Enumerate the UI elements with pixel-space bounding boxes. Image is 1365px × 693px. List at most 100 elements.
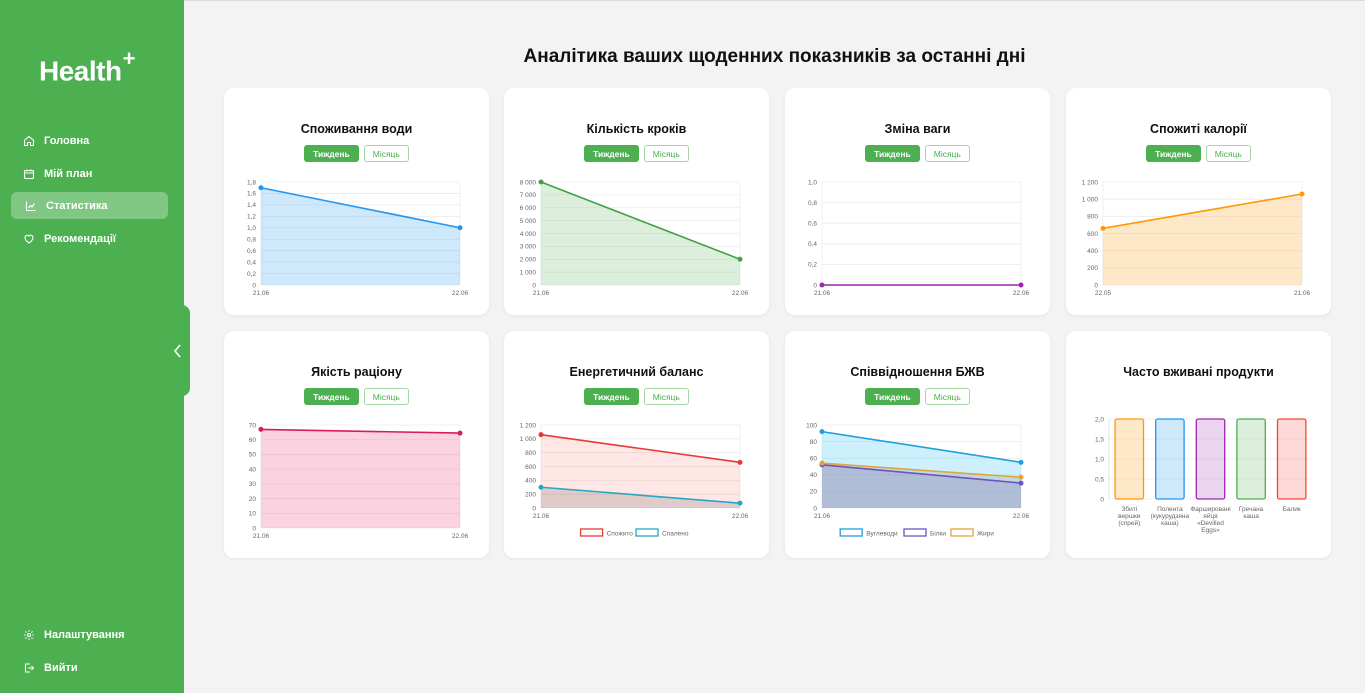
y-tick-label: 1,2 — [247, 214, 256, 221]
y-tick-label: 800 — [1087, 214, 1098, 221]
x-tick-label: Балик — [1283, 506, 1301, 513]
legend-label: Вуглеводи — [866, 531, 898, 538]
x-tick-label-line: «Devilled — [1197, 520, 1224, 527]
bar — [1276, 418, 1307, 500]
diet-quality-card: Якість раціону Тиждень Місяць 0 10 20 30 40 5… — [224, 331, 489, 558]
bar — [1155, 418, 1185, 500]
bar — [1236, 418, 1266, 500]
top-divider — [184, 0, 1365, 1]
data-point — [819, 460, 825, 466]
y-tick-label: 0,2 — [247, 271, 256, 278]
sidebar-item-settings[interactable]: Налаштування — [11, 621, 168, 648]
legend-swatch — [839, 528, 863, 537]
chart-icon — [25, 201, 36, 211]
x-tick-label-line: (спрей) — [1118, 519, 1140, 527]
water-chart: 0 0,2 0,4 0,6 0,8 1,0 1,2 1,4 1,6 1,8 21.06 22.06 — [247, 179, 469, 297]
y-tick-label: 200 — [525, 491, 536, 498]
calories-chart: 0 200 400 600 800 1 000 1 200 22.05 21.06 — [1082, 179, 1311, 297]
x-tick-label-line: Eggs» — [1201, 527, 1220, 534]
data-point — [538, 484, 544, 490]
y-tick-label: 0 — [813, 282, 817, 289]
x-tick-label: 22.06 — [732, 290, 749, 297]
data-point — [538, 432, 544, 438]
x-tick-label-line: вершки — [1118, 513, 1141, 520]
x-tick-label-line: Балик — [1283, 506, 1301, 513]
y-tick-label: 1,8 — [247, 179, 256, 186]
x-tick-label: 21.06 — [814, 290, 831, 297]
sidebar-item-label: Статистика — [46, 199, 108, 212]
y-tick-label: 5 000 — [520, 218, 537, 225]
sidebar: Health+ Головна Мій план Статистика Реко… — [0, 0, 184, 693]
y-tick-label: 70 — [249, 422, 257, 429]
sidebar-item-label: Вийти — [44, 661, 78, 674]
x-tick-label: 22.06 — [1013, 513, 1030, 520]
x-tick-label: Полента (кукурудзяна каша) — [1151, 506, 1190, 527]
x-tick-label: 22.06 — [1013, 290, 1030, 297]
x-tick-label: 21.06 — [533, 513, 550, 520]
y-tick-label: 2,0 — [1095, 416, 1104, 423]
x-tick-label-line: Фаршировані — [1190, 505, 1230, 513]
frequent-products-card: Часто вживані продукти 0 0,5 1,0 1,5 2,0 Збит… — [1066, 331, 1331, 558]
y-tick-label: 0,6 — [247, 248, 256, 255]
legend-swatch — [579, 528, 604, 537]
sidebar-item-recommendations[interactable]: Рекомендації — [11, 225, 168, 252]
y-tick-label: 0 — [813, 505, 817, 512]
page-title: Аналітика ваших щоденних показників за о… — [523, 46, 1026, 67]
data-point — [1299, 191, 1305, 197]
sidebar-item-my-plan[interactable]: Мій план — [11, 160, 168, 187]
y-tick-label: 0 — [252, 282, 256, 289]
y-tick-label: 40 — [249, 466, 257, 473]
y-tick-label: 1,6 — [247, 191, 256, 198]
sidebar-item-label: Налаштування — [44, 628, 125, 641]
app-logo[interactable]: Health+ — [39, 46, 135, 87]
x-tick-label: 22.06 — [732, 513, 749, 520]
energy-balance-card: Енергетичний баланс Тиждень Місяць 0 200 4… — [504, 331, 769, 558]
data-point — [737, 256, 743, 262]
y-tick-label: 30 — [249, 481, 257, 488]
heart-icon — [24, 234, 34, 244]
legend-swatch — [635, 528, 659, 537]
data-point — [1018, 282, 1024, 288]
y-tick-label: 0 — [252, 525, 256, 532]
x-tick-label: 22.06 — [452, 290, 469, 297]
y-tick-label: 10 — [249, 511, 257, 518]
y-tick-label: 400 — [525, 478, 536, 485]
x-tick-label: Фаршировані яйця «Devilled Eggs» — [1190, 505, 1230, 534]
y-tick-label: 1 000 — [520, 269, 537, 276]
calendar-icon — [23, 169, 35, 179]
data-point — [1018, 480, 1024, 486]
y-tick-label: 1,5 — [1095, 436, 1104, 443]
y-tick-label: 2 000 — [520, 257, 537, 264]
sidebar-item-statistics[interactable]: Статистика — [11, 192, 168, 219]
sidebar-collapse-button[interactable] — [166, 305, 190, 396]
water-intake-card: Споживання води Тиждень Місяць 0 0,2 0,4 0,… — [224, 88, 489, 315]
data-point — [1100, 225, 1106, 231]
x-tick-label: 22.05 — [1095, 290, 1112, 297]
series-area — [261, 429, 460, 528]
y-tick-label: 100 — [806, 422, 817, 429]
data-point — [819, 429, 825, 435]
legend-label: Спалено — [662, 531, 689, 538]
data-point — [1018, 474, 1024, 480]
data-point — [819, 282, 825, 288]
y-tick-label: 6 000 — [520, 205, 537, 212]
gear-icon — [24, 629, 34, 640]
data-point — [1018, 459, 1024, 465]
sidebar-item-label: Головна — [44, 134, 90, 147]
y-tick-label: 20 — [249, 496, 257, 503]
legend-label: Жири — [977, 531, 994, 538]
y-tick-label: 20 — [810, 489, 818, 496]
data-point — [737, 459, 743, 465]
y-tick-label: 7 000 — [520, 192, 537, 199]
x-tick-label: 21.06 — [253, 533, 270, 540]
y-tick-label: 0,5 — [1095, 476, 1104, 483]
y-tick-label: 0,4 — [247, 259, 256, 266]
y-tick-label: 1,4 — [247, 202, 256, 209]
y-tick-label: 200 — [1087, 265, 1098, 272]
y-tick-label: 0,6 — [808, 221, 817, 228]
sidebar-item-home[interactable]: Головна — [11, 127, 168, 154]
sidebar-item-logout[interactable]: Вийти — [11, 654, 168, 681]
y-tick-label: 0,4 — [808, 241, 817, 248]
y-tick-label: 1 200 — [1082, 179, 1099, 186]
legend-label: Спожито — [607, 531, 634, 538]
